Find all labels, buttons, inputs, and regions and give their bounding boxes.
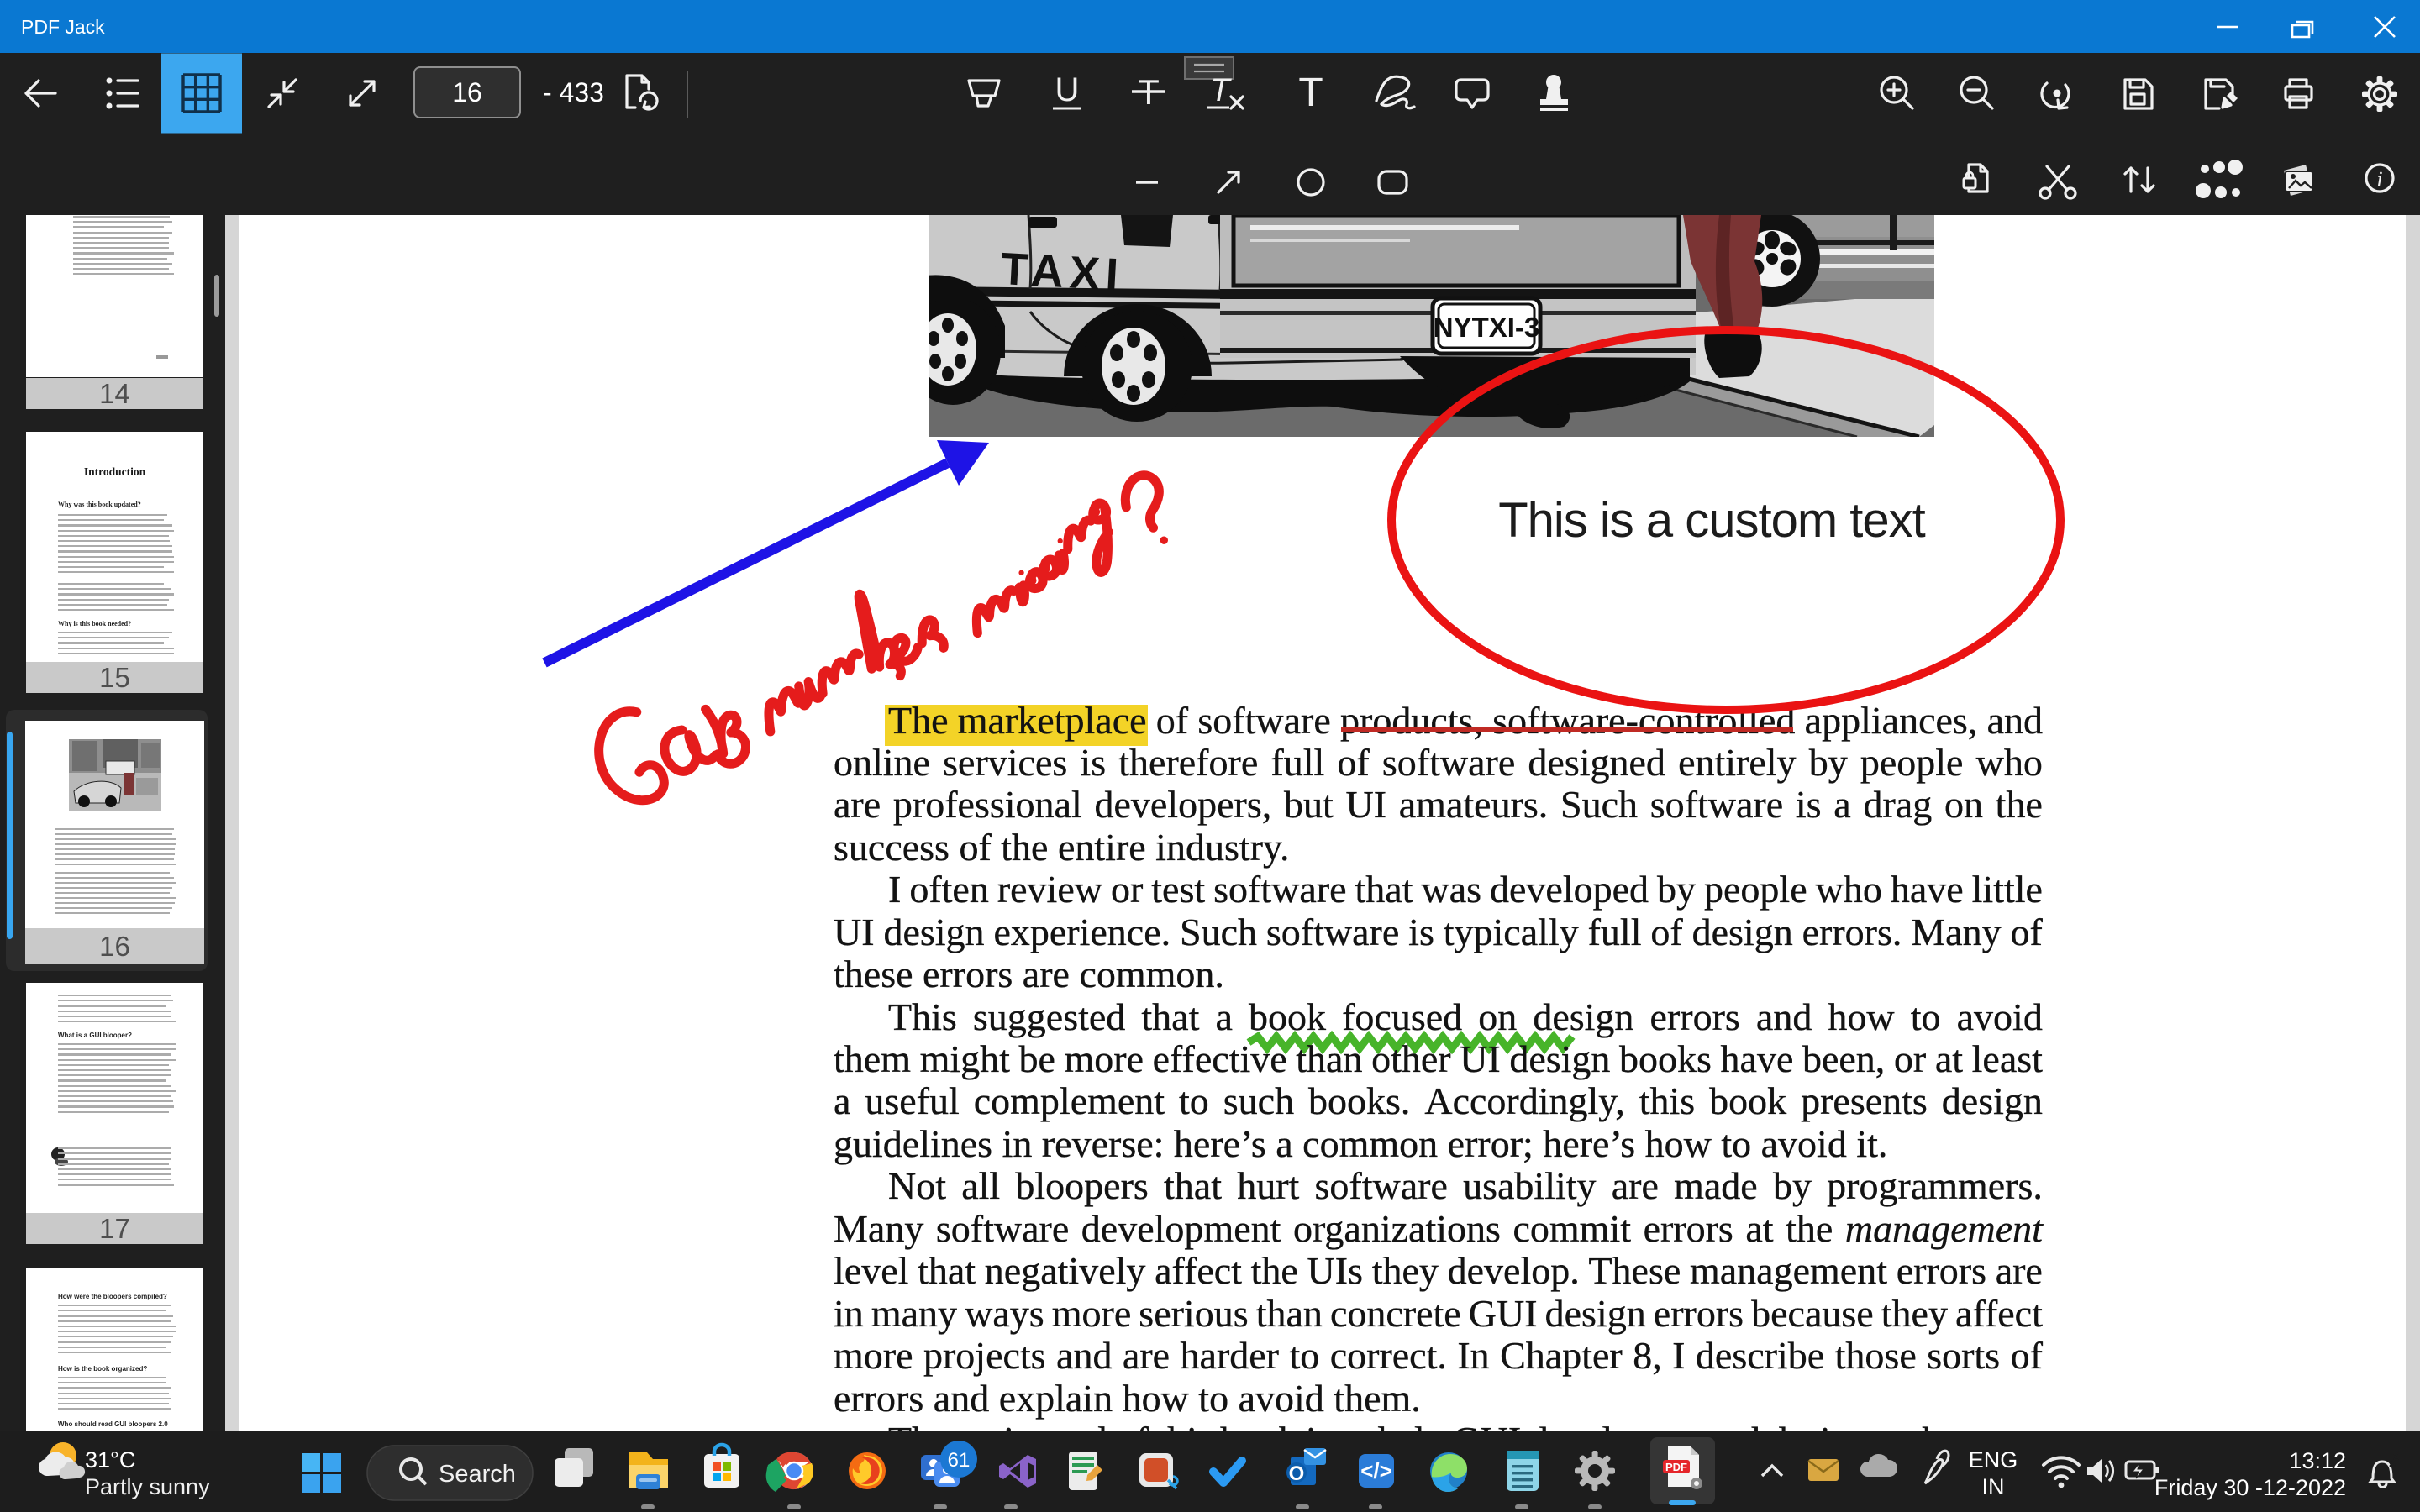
svg-text:ENG: ENG: [1969, 1447, 2018, 1473]
svg-text:</>: </>: [1360, 1458, 1392, 1483]
svg-text:O: O: [1289, 1462, 1305, 1485]
svg-text:Search: Search: [439, 1461, 516, 1488]
svg-text:IN: IN: [1982, 1474, 2005, 1499]
svg-text:13:12: 13:12: [2289, 1448, 2346, 1473]
svg-text:Partly sunny: Partly sunny: [85, 1474, 210, 1499]
svg-text:z: z: [2393, 1450, 2399, 1462]
svg-text:PDF: PDF: [1665, 1461, 1687, 1473]
svg-text:61: 61: [948, 1449, 971, 1472]
svg-text:31°C: 31°C: [85, 1447, 135, 1473]
svg-text:Friday 30 -12-2022: Friday 30 -12-2022: [2154, 1475, 2346, 1500]
